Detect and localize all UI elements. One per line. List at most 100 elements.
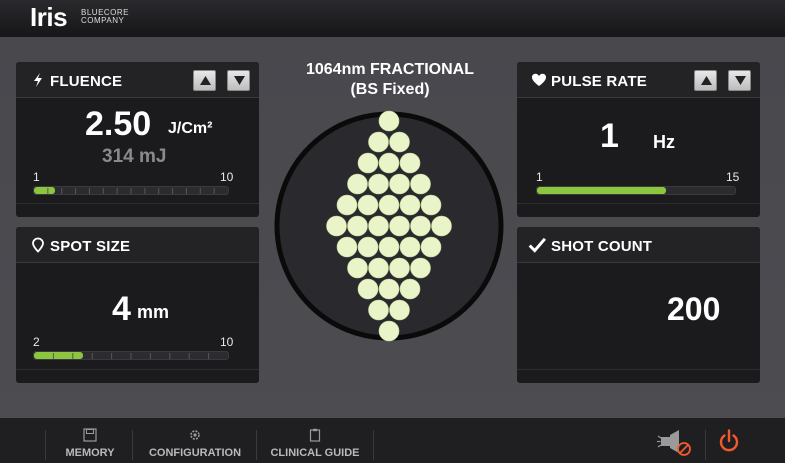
shot-count-header: SHOT COUNT [517, 227, 760, 263]
spot-size-header: SPOT SIZE [16, 227, 259, 263]
configuration-label: CONFIGURATION [148, 447, 242, 459]
fluence-slider-ticks [47, 188, 215, 194]
shot-count-footer [517, 369, 760, 383]
fluence-title: FLUENCE [50, 73, 123, 90]
spot-dot [389, 131, 410, 153]
spot-size-panel: SPOT SIZE 4 mm 2 10 [16, 227, 259, 383]
check-icon [528, 237, 546, 253]
separator [373, 430, 374, 460]
spot-dot [399, 194, 421, 216]
spot-dot [357, 236, 379, 258]
memory-button[interactable]: MEMORY [50, 428, 130, 463]
arrow-down-icon [735, 76, 746, 85]
spot-dot [389, 257, 410, 279]
spot-dot [389, 173, 410, 195]
spot-size-scale-min: 2 [33, 335, 40, 349]
heart-icon [532, 73, 546, 86]
spot-dot [336, 236, 358, 258]
arrow-up-icon [701, 76, 712, 85]
configuration-button[interactable]: CONFIGURATION [137, 428, 253, 463]
fluence-scale-max: 10 [220, 170, 234, 184]
spot-dot [326, 215, 347, 237]
spot-size-footer [16, 369, 259, 383]
pulse-rate-up-button[interactable] [694, 70, 717, 91]
fluence-value: 2.50 [85, 105, 152, 143]
spot-dot [357, 152, 379, 174]
pin-icon [32, 237, 44, 253]
pulse-rate-scale-min: 1 [536, 170, 543, 184]
mode-title-line2: (BS Fixed) [350, 81, 430, 98]
spot-pattern [274, 110, 504, 342]
spot-dot [357, 194, 379, 216]
brand-subtitle-line2: COMPANY [81, 16, 125, 25]
fluence-panel: FLUENCE 2.50 J/Cm² 314 mJ 1 10 [16, 62, 259, 217]
spot-dot [336, 194, 358, 216]
spot-dot [399, 152, 421, 174]
fluence-up-button[interactable] [193, 70, 216, 91]
spot-dot [389, 299, 410, 321]
pulse-rate-header: PULSE RATE [517, 62, 760, 98]
pulse-rate-footer [517, 203, 760, 217]
spot-dot [368, 131, 389, 153]
arrow-up-icon [200, 76, 211, 85]
fluence-footer [16, 203, 259, 217]
fluence-unit: J/Cm² [168, 120, 213, 137]
separator [705, 430, 706, 460]
spot-dot [410, 215, 431, 237]
separator [256, 430, 257, 460]
lightning-icon [34, 73, 42, 87]
top-bar: Iris BLUECORE COMPANY [0, 0, 785, 37]
spot-dot [378, 278, 400, 300]
fluence-header: FLUENCE [16, 62, 259, 98]
pulse-rate-panel: PULSE RATE 1 Hz 1 15 [517, 62, 760, 217]
spot-dot [347, 257, 368, 279]
shot-count-value[interactable]: 200 [667, 291, 720, 328]
pulse-rate-slider[interactable] [536, 186, 736, 195]
shot-count-panel: SHOT COUNT 200 [517, 227, 760, 383]
spot-size-scale-max: 10 [220, 335, 234, 349]
brand-logo: Iris [30, 2, 68, 32]
pulse-rate-slider-ticks [537, 187, 735, 194]
spot-size-slider[interactable] [33, 351, 229, 360]
spot-dot [410, 257, 431, 279]
spot-size-slider-ticks [52, 353, 210, 359]
arrow-down-icon [234, 76, 245, 85]
separator [132, 430, 133, 460]
spot-dot [357, 278, 379, 300]
spot-dot [420, 194, 442, 216]
spot-dot [378, 194, 400, 216]
pattern-ring [274, 111, 504, 341]
pulse-rate-down-button[interactable] [728, 70, 751, 91]
fluence-slider[interactable] [33, 186, 229, 195]
pulse-rate-unit: Hz [653, 132, 675, 152]
gear-icon [190, 430, 200, 440]
clinical-guide-label: CLINICAL GUIDE [270, 447, 360, 459]
spot-dot [378, 236, 400, 258]
shot-count-title: SHOT COUNT [551, 238, 653, 255]
spot-dot [347, 173, 368, 195]
pulse-rate-scale-max: 15 [726, 170, 740, 184]
fluence-energy: 314 mJ [102, 146, 167, 167]
spot-dot [368, 257, 389, 279]
spot-dot [431, 215, 452, 237]
fluence-down-button[interactable] [227, 70, 250, 91]
spot-dot [347, 215, 368, 237]
spot-dot [378, 152, 400, 174]
clipboard-icon [309, 428, 321, 442]
spot-size-value: 4 [112, 290, 131, 328]
spot-dot [368, 215, 389, 237]
power-icon[interactable] [717, 429, 741, 455]
spot-dot [378, 320, 400, 342]
spot-size-title: SPOT SIZE [50, 238, 131, 255]
memory-label: MEMORY [65, 447, 115, 459]
spot-dot [378, 110, 400, 132]
bottom-toolbar: MEMORY CONFIGURATION CLINICAL GUIDE [0, 418, 785, 463]
aim-disabled-icon[interactable] [657, 426, 693, 456]
brand-subtitle: BLUECORE COMPANY [81, 9, 129, 25]
fluence-scale-min: 1 [33, 170, 40, 184]
spot-dot [368, 173, 389, 195]
clinical-guide-button[interactable]: CLINICAL GUIDE [260, 428, 370, 463]
pulse-rate-title: PULSE RATE [551, 73, 647, 90]
pulse-rate-value: 1 [600, 117, 619, 155]
spot-dot [420, 236, 442, 258]
